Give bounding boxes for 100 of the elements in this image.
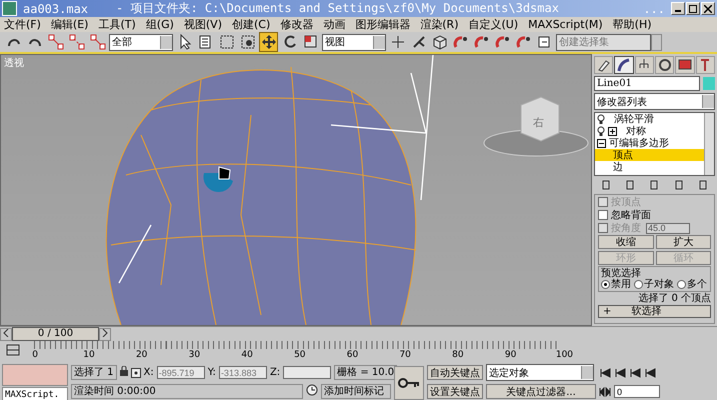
playback-icon[interactable] (644, 368, 656, 378)
playback-icon[interactable] (614, 368, 626, 378)
hand-cursor-drawing (203, 166, 233, 192)
set-key-button[interactable]: 设置关键点 (427, 384, 483, 399)
maximize-icon (689, 4, 697, 12)
key-button[interactable] (394, 366, 424, 400)
scrollbar[interactable] (704, 113, 714, 175)
y-coordinate-field[interactable]: -313.883 (218, 366, 267, 379)
stack-item[interactable]: 对称 (595, 125, 704, 137)
dropdown[interactable]: 视图 (322, 34, 386, 50)
checkbox-label: 忽略背面 (611, 210, 651, 220)
angle-icon (474, 34, 490, 50)
radio-button[interactable] (634, 280, 643, 289)
motion-panel-tab[interactable] (654, 56, 674, 74)
menu-item[interactable]: 自定义(U) (468, 17, 518, 32)
menu-item[interactable]: 工具(T) (98, 17, 136, 32)
hierarchy-panel-tab[interactable] (634, 56, 654, 74)
expand-toggle[interactable] (608, 126, 617, 136)
key-filters-button[interactable]: 关键点过滤器... (486, 384, 596, 399)
current-frame-field[interactable]: 0 (614, 385, 660, 398)
auto-key-button[interactable]: 自动关键点 (427, 365, 483, 380)
menu-item[interactable]: 文件(F) (4, 17, 41, 32)
stack-tool-icon[interactable] (625, 180, 636, 190)
x-coordinate-field[interactable]: -895.719 (156, 366, 205, 379)
object-color-swatch[interactable] (703, 77, 715, 90)
time-config-icon[interactable] (599, 386, 611, 396)
move-tool-button[interactable] (259, 32, 278, 52)
stack-item[interactable]: 涡轮平滑 (595, 113, 704, 125)
radio-label: 禁用 (611, 279, 631, 290)
menu-item[interactable]: 组(G) (146, 17, 174, 32)
panel-button[interactable]: 收缩 (598, 235, 654, 249)
menu-item[interactable]: 帮助(H) (612, 17, 652, 32)
window-title: aa003.max (23, 2, 88, 16)
object-name-field[interactable]: Line01 (594, 76, 700, 91)
maximize-button[interactable] (686, 2, 700, 15)
link-tool-button[interactable] (46, 32, 65, 52)
title-ellipsis: ... (643, 2, 665, 16)
display-panel-tab[interactable] (675, 56, 695, 74)
radio-button[interactable] (601, 280, 610, 289)
list-icon (198, 34, 214, 50)
stack-tool-icon[interactable] (674, 180, 684, 190)
unlink-tool-button[interactable] (67, 32, 86, 52)
radio-button[interactable] (677, 280, 686, 289)
playback-icon[interactable] (629, 368, 641, 378)
playback-icon[interactable] (599, 368, 611, 378)
modifier-list-dropdown[interactable]: 修改器列表 (594, 93, 715, 110)
menu-item[interactable]: 动画 (323, 17, 346, 32)
spinner-icon (516, 34, 532, 50)
previous-frame-button[interactable] (0, 328, 12, 340)
listener-output-field[interactable] (2, 364, 68, 386)
modify-icon (616, 58, 631, 72)
pivot-icon (390, 34, 406, 50)
lock-icon[interactable] (120, 366, 128, 379)
menu-item[interactable]: 修改器 (280, 17, 314, 32)
bulb-icon[interactable] (597, 126, 605, 136)
menu-item[interactable]: 渲染(R) (420, 17, 458, 32)
add-time-tag[interactable]: 添加时间标记 (321, 384, 391, 399)
menu-item[interactable]: 创建(C) (232, 17, 270, 32)
expand-toggle[interactable] (597, 138, 606, 148)
minimize-button[interactable] (671, 2, 685, 15)
menu-item[interactable]: 图形编辑器 (355, 17, 410, 32)
timeline-track[interactable]: 0 10 20 30 40 50 60 70 80 90 100 (30, 341, 575, 363)
percent-icon (494, 34, 510, 50)
frame-number: 50 (294, 349, 306, 361)
maxscript-field[interactable]: MAXScript. (2, 387, 68, 400)
soft-selection-rollout[interactable]: + 软选择 (598, 305, 711, 318)
close-button[interactable] (701, 2, 715, 15)
close-icon (704, 4, 712, 12)
bind-tool-button[interactable] (88, 32, 107, 52)
key-mode-dropdown[interactable]: 选定对象 (486, 364, 594, 381)
bulb-icon[interactable] (597, 114, 605, 124)
sub-object-item[interactable]: 边 (595, 161, 704, 173)
named-selection-field[interactable]: 创建选择集 (556, 34, 651, 50)
utilities-panel-tab[interactable] (696, 56, 715, 74)
modify-panel-tab[interactable] (614, 56, 634, 74)
menu-item[interactable]: 视图(V) (184, 17, 222, 32)
create-icon (596, 58, 611, 72)
x-label: X: (144, 367, 154, 378)
rect-icon (218, 34, 234, 50)
stack-tool-icon[interactable] (698, 180, 708, 190)
next-frame-button[interactable] (99, 328, 111, 340)
stack-tool-icon[interactable] (649, 180, 660, 190)
dropdown[interactable]: 全部 (109, 34, 173, 50)
z-coordinate-field[interactable] (283, 366, 332, 379)
sub-object-item[interactable]: 顶点 (595, 149, 704, 161)
menu-item[interactable]: MAXScript(M) (528, 18, 603, 31)
transform-mode-icon[interactable] (130, 368, 141, 378)
display-icon (678, 58, 692, 72)
checkbox-label: 按角度 (611, 222, 641, 234)
scale-icon (302, 34, 318, 50)
selection-status: 选择了 0 个顶点 (637, 293, 711, 304)
stack-item[interactable]: 可编辑多边形 (595, 137, 704, 149)
frame-number: 0 (32, 349, 38, 361)
stack-tool-icon[interactable] (601, 180, 612, 190)
create-panel-tab[interactable] (594, 56, 614, 74)
panel-button[interactable]: 扩大 (656, 235, 711, 249)
checkbox[interactable] (598, 210, 608, 220)
edit-icon (536, 34, 552, 50)
time-slider-thumb[interactable]: 0 / 100 (12, 327, 99, 341)
menu-item[interactable]: 编辑(E) (50, 17, 88, 32)
